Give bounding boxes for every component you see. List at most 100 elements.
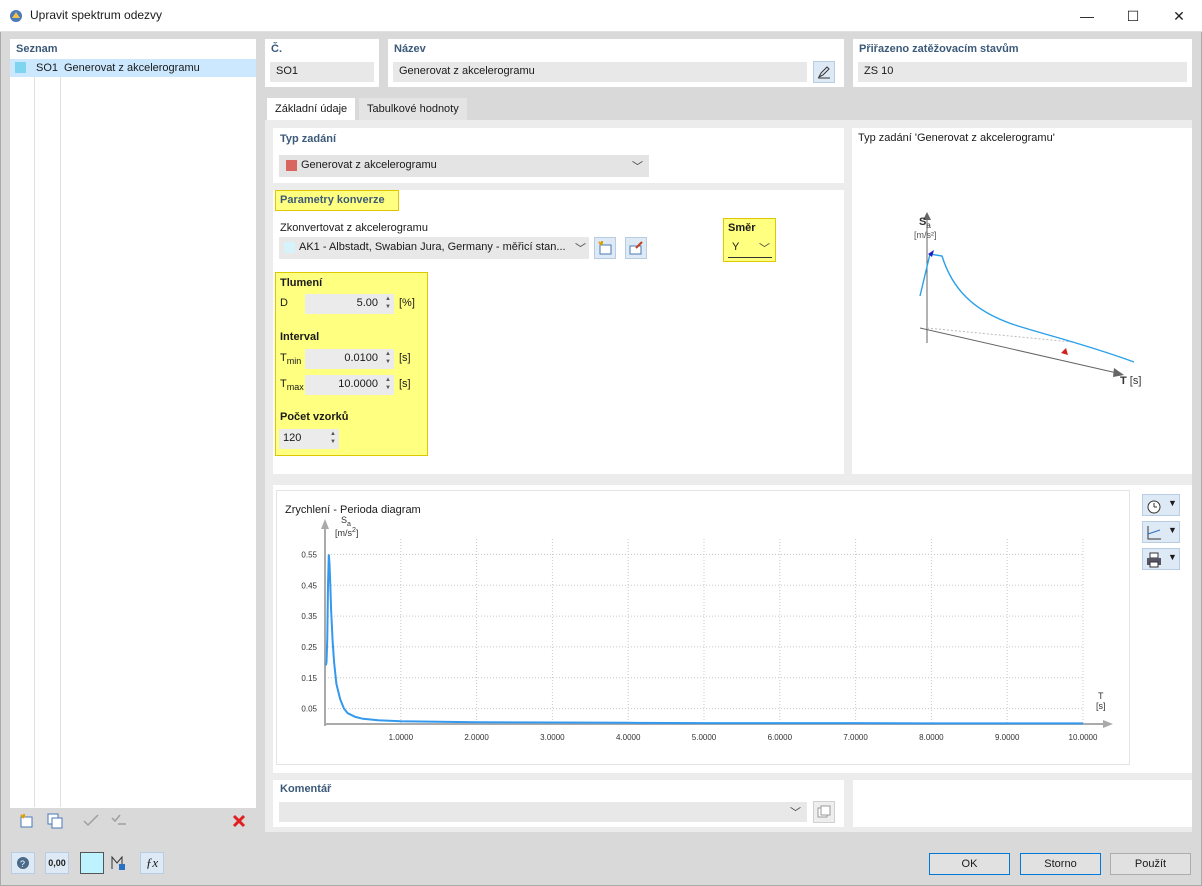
title-bar: Upravit spektrum odezvy — ☐ ✕ (0, 0, 1202, 32)
maximize-button[interactable]: ☐ (1110, 0, 1156, 32)
new-item-icon[interactable] (15, 810, 39, 832)
comment-input[interactable]: ﹀ (279, 802, 807, 822)
assigned-field[interactable]: ZS 10 (858, 62, 1187, 82)
numeric-format-label: 0,00 (48, 858, 66, 868)
tmin-input[interactable]: 0.0100 ▲ ▼ (305, 349, 394, 369)
apply-button[interactable]: Použít (1110, 853, 1191, 875)
convert-label: Zkonvertovat z akcelerogramu (280, 222, 428, 234)
color-toggle-icon[interactable] (80, 852, 104, 874)
chevron-down-icon: ﹀ (759, 243, 770, 255)
y-tick-label: 0.15 (301, 674, 317, 683)
ok-button[interactable]: OK (929, 853, 1010, 875)
chevron-down-icon: ﹀ (632, 161, 643, 173)
print-tool-button[interactable]: ▼ (1142, 548, 1180, 570)
y-tick-label: 0.25 (301, 643, 317, 652)
dialog-body: Seznam SO1 Generovat z akcelerogramu Č. … (0, 32, 1202, 886)
y-tick-label: 0.35 (301, 612, 317, 621)
spin-arrows-icon[interactable]: ▲ ▼ (330, 430, 336, 446)
accelerogram-value: AK1 - Albstadt, Swabian Jura, Germany - … (299, 241, 566, 253)
assigned-panel: Přiřazeno zatěžovacím stavům ZS 10 (853, 39, 1192, 87)
preview-x-axis (919, 327, 1118, 374)
name-field[interactable]: Generovat z akcelerogramu (393, 62, 807, 82)
units-icon[interactable] (106, 852, 130, 874)
number-label: Č. (271, 43, 282, 55)
tab-basic-data[interactable]: Základní údaje (267, 98, 356, 120)
direction-value: Y (732, 241, 740, 253)
uncheck-items-icon[interactable] (107, 810, 131, 832)
interval-label: Interval (280, 331, 320, 343)
edit-name-icon[interactable] (813, 61, 835, 83)
tmax-unit: [s] (399, 378, 411, 390)
formula-icon[interactable]: ƒx (140, 852, 164, 874)
tmin-unit: [s] (399, 352, 411, 364)
y-tick-label: 0.55 (301, 550, 317, 559)
cancel-button[interactable]: Storno (1020, 853, 1101, 875)
comment-library-icon[interactable] (813, 801, 835, 823)
minimize-button[interactable]: — (1064, 0, 1110, 32)
name-panel: Název Generovat z akcelerogramu (388, 39, 844, 87)
preview-y-label: Sa (919, 216, 931, 231)
preview-x-label: T [s] (1120, 375, 1142, 387)
close-window-button[interactable]: ✕ (1156, 0, 1202, 32)
x-tick-label: 7.0000 (843, 733, 868, 742)
numeric-format-icon[interactable]: 0,00 (45, 852, 69, 874)
delete-icon[interactable] (227, 810, 251, 832)
chevron-down-icon: ﹀ (575, 243, 586, 255)
number-field[interactable]: SO1 (270, 62, 374, 82)
direction-label: Směr (728, 222, 756, 234)
x-tick-label: 9.0000 (995, 733, 1020, 742)
input-type-select[interactable]: Generovat z akcelerogramu ﹀ (279, 155, 649, 177)
dropdown-arrow-icon: ▼ (1168, 498, 1177, 508)
tab-table-values[interactable]: Tabulkové hodnoty (359, 98, 467, 120)
spin-arrows-icon[interactable]: ▲ ▼ (385, 350, 391, 366)
y-tick-label: 0.45 (301, 581, 317, 590)
samples-label: Počet vzorků (280, 411, 349, 423)
list-panel: Seznam SO1 Generovat z akcelerogramu (10, 39, 256, 808)
list-item[interactable]: SO1 Generovat z akcelerogramu (10, 59, 256, 77)
svg-text:?: ? (20, 859, 25, 869)
damping-input[interactable]: 5.00 ▲ ▼ (305, 294, 394, 314)
samples-input[interactable]: 120 ▲ ▼ (279, 429, 339, 449)
comment-label: Komentář (280, 783, 332, 795)
x-tick-label: 4.0000 (616, 733, 641, 742)
x-tick-label: 5.0000 (692, 733, 717, 742)
axis-tool-button[interactable]: ▼ (1142, 521, 1180, 543)
d-unit: [%] (399, 297, 415, 309)
assigned-label: Přiřazeno zatěžovacím stavům (859, 43, 1019, 55)
accelerogram-select[interactable]: AK1 - Albstadt, Swabian Jura, Germany - … (279, 237, 589, 259)
copy-item-icon[interactable] (43, 810, 67, 832)
tmax-label: Tmax (280, 378, 304, 393)
preview-y-unit: [m/s²] (914, 230, 937, 240)
y-axis-arrow (321, 519, 329, 529)
clock-icon (1147, 500, 1161, 514)
spin-arrows-icon[interactable]: ▲ ▼ (385, 376, 391, 392)
color-swatch-icon (15, 62, 26, 73)
color-swatch-icon (284, 242, 295, 253)
list-header: Seznam (16, 43, 58, 55)
direction-select[interactable]: Y ﹀ (728, 238, 772, 258)
help-icon[interactable]: ? (11, 852, 35, 874)
preview-sketch (919, 212, 1135, 377)
color-swatch-icon (286, 160, 297, 171)
chevron-down-icon: ﹀ (790, 807, 801, 819)
edit-accelerogram-icon[interactable] (625, 237, 647, 259)
x-tick-label: 10.0000 (1069, 733, 1098, 742)
check-items-icon[interactable] (79, 810, 103, 832)
spin-arrows-icon[interactable]: ▲ ▼ (385, 295, 391, 311)
tmin-label: Tmin (280, 352, 302, 367)
damping-label: Tlumení (280, 277, 323, 289)
d-label: D (280, 297, 288, 309)
new-accelerogram-icon[interactable] (594, 237, 616, 259)
x-tick-label: 3.0000 (540, 733, 565, 742)
list-item-id: SO1 (36, 62, 59, 74)
x-axis-arrow (1103, 720, 1113, 728)
x-tick-label: 2.0000 (464, 733, 489, 742)
clock-tool-button[interactable]: ▼ (1142, 494, 1180, 516)
dropdown-arrow-icon: ▼ (1168, 552, 1177, 562)
preview-panel: Typ zadání 'Generovat z akcelerogramu' S… (852, 128, 1192, 474)
diagram-panel: Zrychlení - Perioda diagram Sa [m/s2] T[… (273, 485, 1192, 773)
diagram-chart: 0.05 0.15 0.25 0.35 0.45 0.55 1.0000 2.0000 3.00… (301, 519, 1113, 742)
list-item-label: Generovat z akcelerogramu (64, 62, 200, 74)
tmin-value: 0.0100 (344, 352, 378, 364)
tmax-input[interactable]: 10.0000 ▲ ▼ (305, 375, 394, 395)
